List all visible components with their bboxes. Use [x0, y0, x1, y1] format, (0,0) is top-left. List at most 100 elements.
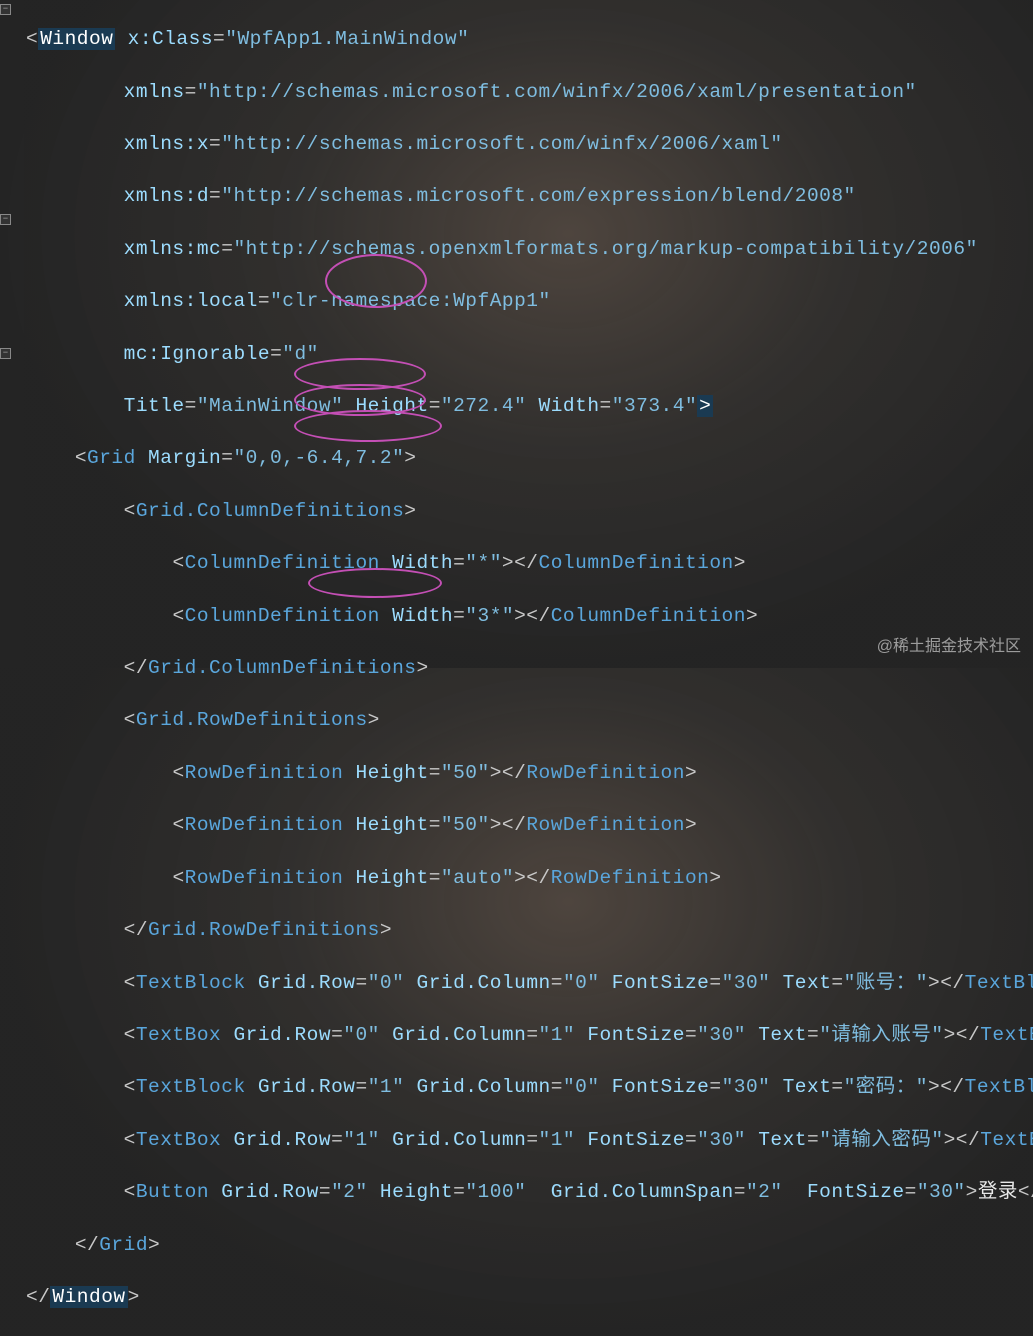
- attr-row-height: Height: [355, 762, 428, 784]
- tag-rowdefs: Grid.RowDefinitions: [136, 709, 368, 731]
- attr-gridcol: Grid.Column: [392, 1129, 526, 1151]
- tag-coldefs-close: Grid.ColumnDefinitions: [148, 657, 416, 679]
- val-width: "373.4": [612, 395, 697, 417]
- val-user-ph: "请输入账号": [819, 1024, 943, 1046]
- tag-grid: Grid: [87, 447, 136, 469]
- attr-gridcol: Grid.Column: [417, 1076, 551, 1098]
- button-text: 登录: [978, 1181, 1018, 1203]
- val-span2: "2": [746, 1181, 783, 1203]
- tag-textbox-close: TextBox: [980, 1024, 1033, 1046]
- val-user-lbl: "账号：": [844, 972, 928, 994]
- tag-textbox-close: TextBox: [980, 1129, 1033, 1151]
- attr-fontsize: FontSize: [807, 1181, 905, 1203]
- val-col-w2: "3*": [465, 605, 514, 627]
- attr-gridrow: Grid.Row: [258, 972, 356, 994]
- attr-gridrow: Grid.Row: [233, 1024, 331, 1046]
- attr-mc-ignorable: mc:Ignorable: [124, 343, 270, 365]
- tag-textblock-close: TextBlock: [965, 972, 1033, 994]
- attr-col-width: Width: [392, 552, 453, 574]
- attr-xmlns-mc: xmlns:mc: [124, 238, 222, 260]
- val-fs: "30": [697, 1129, 746, 1151]
- code-gutter: − − −: [0, 0, 24, 668]
- val-title: "MainWindow": [197, 395, 343, 417]
- val-fs: "30": [722, 1076, 771, 1098]
- tag-textblock: TextBlock: [136, 1076, 246, 1098]
- attr-title: Title: [124, 395, 185, 417]
- attr-text: Text: [783, 972, 832, 994]
- attr-height: Height: [355, 395, 428, 417]
- val-xclass: "WpfApp1.MainWindow": [225, 28, 469, 50]
- attr-fontsize: FontSize: [612, 1076, 710, 1098]
- val-row-h1: "50": [441, 762, 490, 784]
- attr-gridrow: Grid.Row: [233, 1129, 331, 1151]
- attr-gridrow: Grid.Row: [221, 1181, 319, 1203]
- tag-coldef-close: ColumnDefinition: [539, 552, 734, 574]
- tag-grid-close: Grid: [99, 1234, 148, 1256]
- val-xmlns-x: "http://schemas.microsoft.com/winfx/2006…: [221, 133, 782, 155]
- watermark-text: @稀土掘金技术社区: [877, 634, 1021, 660]
- val-c0: "0": [563, 1076, 600, 1098]
- attr-xmlns-local: xmlns:local: [124, 290, 258, 312]
- code-editor-content[interactable]: <Window x:Class="WpfApp1.MainWindow" xml…: [26, 0, 1033, 1336]
- val-pwd-lbl: "密码：": [844, 1076, 928, 1098]
- tag-textblock-close: TextBlock: [965, 1076, 1033, 1098]
- tag-window-close: Window: [50, 1286, 127, 1308]
- val-height: "272.4": [441, 395, 526, 417]
- attr-row-height: Height: [355, 867, 428, 889]
- val-col-w1: "*": [465, 552, 502, 574]
- val-margin: "0,0,-6.4,7.2": [233, 447, 404, 469]
- attr-text: Text: [758, 1024, 807, 1046]
- val-fs: "30": [722, 972, 771, 994]
- attr-xmlns: xmlns: [124, 81, 185, 103]
- val-xmlns-d: "http://schemas.microsoft.com/expression…: [221, 185, 856, 207]
- val-fs: "30": [697, 1024, 746, 1046]
- attr-fontsize: FontSize: [612, 972, 710, 994]
- attr-fontsize: FontSize: [587, 1129, 685, 1151]
- attr-colspan: Grid.ColumnSpan: [551, 1181, 734, 1203]
- val-c0: "0": [563, 972, 600, 994]
- attr-gridcol: Grid.Column: [392, 1024, 526, 1046]
- val-xmlns: "http://schemas.microsoft.com/winfx/2006…: [197, 81, 917, 103]
- val-mc-ignorable: "d": [282, 343, 319, 365]
- val-xmlns-mc: "http://schemas.openxmlformats.org/marku…: [233, 238, 977, 260]
- attr-xmlns-d: xmlns:d: [124, 185, 209, 207]
- tag-rowdef: RowDefinition: [185, 814, 344, 836]
- val-r1: "1": [368, 1076, 405, 1098]
- tag-rowdef-close: RowDefinition: [526, 762, 685, 784]
- tag-rowdef-close: RowDefinition: [526, 814, 685, 836]
- attr-fontsize: FontSize: [587, 1024, 685, 1046]
- tag-window: Window: [38, 28, 115, 50]
- val-c1: "1": [539, 1129, 576, 1151]
- tag-rowdef: RowDefinition: [185, 762, 344, 784]
- attr-margin: Margin: [148, 447, 221, 469]
- val-row-h2: "50": [441, 814, 490, 836]
- attr-xmlns-x: xmlns:x: [124, 133, 209, 155]
- val-pwd-ph: "请输入密码": [819, 1129, 943, 1151]
- val-xmlns-local: "clr-namespace:WpfApp1": [270, 290, 551, 312]
- val-r2: "2": [331, 1181, 368, 1203]
- tag-coldefs: Grid.ColumnDefinitions: [136, 500, 404, 522]
- tag-rowdefs-close: Grid.RowDefinitions: [148, 919, 380, 941]
- tag-coldef: ColumnDefinition: [185, 552, 380, 574]
- val-r0: "0": [368, 972, 405, 994]
- attr-width: Width: [539, 395, 600, 417]
- fold-toggle-icon[interactable]: −: [0, 4, 11, 15]
- tag-textblock: TextBlock: [136, 972, 246, 994]
- val-fs: "30": [917, 1181, 966, 1203]
- val-r1: "1": [343, 1129, 380, 1151]
- attr-text: Text: [783, 1076, 832, 1098]
- fold-toggle-icon[interactable]: −: [0, 214, 11, 225]
- attr-height: Height: [380, 1181, 453, 1203]
- attr-text: Text: [758, 1129, 807, 1151]
- attr-col-width: Width: [392, 605, 453, 627]
- tag-coldef: ColumnDefinition: [185, 605, 380, 627]
- val-c1: "1": [539, 1024, 576, 1046]
- val-row-h3: "auto": [441, 867, 514, 889]
- fold-toggle-icon[interactable]: −: [0, 348, 11, 359]
- tag-coldef-close: ColumnDefinition: [551, 605, 746, 627]
- val-r0: "0": [343, 1024, 380, 1046]
- val-h100: "100": [465, 1181, 526, 1203]
- tag-button: Button: [136, 1181, 209, 1203]
- attr-gridcol: Grid.Column: [417, 972, 551, 994]
- attr-gridrow: Grid.Row: [258, 1076, 356, 1098]
